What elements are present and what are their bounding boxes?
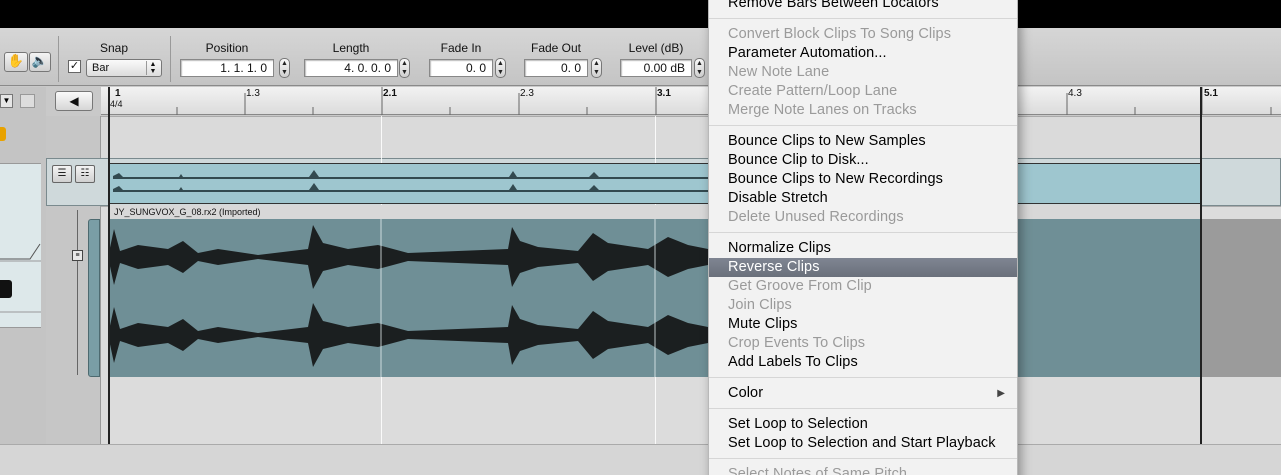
level-slider-knob[interactable]: ≡ (72, 250, 83, 261)
clip-overview-waveform (113, 170, 709, 192)
track-header-selected[interactable] (0, 163, 41, 328)
menu-item-join-clips: Join Clips (728, 297, 792, 313)
length-label: Length (332, 41, 370, 55)
ruler-ticks (108, 87, 1272, 115)
toolbar-divider (170, 36, 171, 82)
speaker-tool-icon[interactable]: 🔈 (29, 52, 51, 72)
clip-handle-left[interactable] (88, 219, 100, 377)
fade-in-stepper[interactable]: ▲ ▼ (495, 58, 506, 78)
level-stepper[interactable]: ▲ ▼ (694, 58, 705, 78)
snap-label: Snap (100, 41, 129, 55)
menu-separator (709, 232, 1017, 233)
menu-separator (709, 377, 1017, 378)
dropdown-arrow-icon[interactable]: ▼ (0, 94, 13, 108)
menu-item-bounce-new-recordings[interactable]: Bounce Clips to New Recordings (709, 170, 1017, 189)
menu-item-delete-unused-recordings: Delete Unused Recordings (728, 209, 904, 225)
track-indicator-orange (0, 127, 6, 141)
level-slider-track (77, 210, 78, 375)
menu-separator (709, 458, 1017, 459)
fade-out-field[interactable]: 0. 0 (524, 59, 588, 77)
submenu-arrow-icon: ▶ (997, 388, 1005, 399)
length-field[interactable]: 4. 0. 0. 0 (304, 59, 398, 77)
fade-out-stepper[interactable]: ▲ ▼ (591, 58, 602, 78)
position-field[interactable]: 1. 1. 1. 0 (180, 59, 274, 77)
menu-item-get-groove: Get Groove From Clip (728, 278, 872, 294)
menu-separator (709, 125, 1017, 126)
menu-item-bounce-new-samples[interactable]: Bounce Clips to New Samples (709, 132, 1017, 151)
menu-item-convert-block-clips: Convert Block Clips To Song Clips (728, 26, 952, 42)
menu-item-new-note-lane: New Note Lane (728, 64, 830, 80)
menu-item-select-notes-same-pitch: Select Notes of Same Pitch (728, 466, 908, 475)
fade-in-label: Fade In (440, 41, 482, 55)
position-stepper[interactable]: ▲ ▼ (279, 58, 290, 78)
toolbar-divider (58, 36, 59, 82)
triangle-left-icon[interactable]: ◀ (55, 91, 93, 111)
menu-item-create-pattern-lane: Create Pattern/Loop Lane (728, 83, 898, 99)
context-menu: Remove Bars Between Locators Convert Blo… (708, 0, 1018, 475)
clip-name-label: JY_SUNGVOX_G_08.rx2 (Imported) (108, 205, 1202, 219)
track-list-panel: ▼ (0, 87, 46, 447)
position-label: Position (205, 41, 249, 55)
menu-item-remove-bars[interactable]: Remove Bars Between Locators (709, 0, 1017, 13)
lane-list-icon[interactable]: ☷ (75, 165, 95, 183)
lane-view-icon[interactable]: ☰ (52, 165, 72, 183)
menu-item-merge-note-lanes: Merge Note Lanes on Tracks (728, 102, 917, 118)
bottom-scroll-area[interactable] (0, 444, 1281, 475)
snap-checkbox[interactable]: ✓ (68, 60, 81, 73)
track-mute-indicator[interactable] (0, 280, 12, 298)
right-locator[interactable] (1200, 87, 1202, 444)
left-locator[interactable] (108, 87, 110, 444)
title-bar (0, 0, 1281, 28)
menu-item-mute-clips[interactable]: Mute Clips (709, 315, 1017, 334)
menu-separator (709, 408, 1017, 409)
hand-tool-icon[interactable]: ✋ (4, 52, 28, 72)
lane-header (46, 116, 101, 158)
snap-value: Bar (92, 62, 110, 74)
audio-clip[interactable] (108, 219, 1202, 377)
fade-out-label: Fade Out (530, 41, 582, 55)
sequencer-toolbar: ✋ 🔈 Snap ✓ Bar ▲ ▼ Position 1. 1. 1. 0 ▲ ▼… (0, 28, 1281, 86)
menu-item-normalize-clips[interactable]: Normalize Clips (709, 239, 1017, 258)
menu-separator (709, 18, 1017, 19)
clip-overview[interactable] (108, 163, 1202, 204)
fade-in-field[interactable]: 0. 0 (429, 59, 493, 77)
stepper-arrows-icon: ▲ ▼ (146, 61, 159, 75)
length-stepper[interactable]: ▲ ▼ (399, 58, 410, 78)
menu-item-parameter-automation[interactable]: Parameter Automation... (709, 44, 1017, 63)
track-option-button[interactable] (20, 94, 35, 108)
clip-extension-area (1202, 219, 1281, 377)
menu-item-disable-stretch[interactable]: Disable Stretch (709, 189, 1017, 208)
menu-item-color[interactable]: Color ▶ (709, 384, 1017, 403)
automation-curve-icon (0, 243, 41, 313)
menu-item-set-loop[interactable]: Set Loop to Selection (709, 415, 1017, 434)
menu-item-bounce-to-disk[interactable]: Bounce Clip to Disk... (709, 151, 1017, 170)
reason-sequencer-window: ✋ 🔈 Snap ✓ Bar ▲ ▼ Position 1. 1. 1. 0 ▲ ▼… (0, 0, 1281, 475)
level-label: Level (dB) (628, 41, 684, 55)
level-field[interactable]: 0.00 dB (620, 59, 692, 77)
menu-item-set-loop-and-play[interactable]: Set Loop to Selection and Start Playback (709, 434, 1017, 453)
menu-item-crop-events: Crop Events To Clips (728, 335, 866, 351)
snap-select[interactable]: Bar ▲ ▼ (86, 59, 162, 77)
timeline-ruler[interactable]: 1 4/4 1.3 2.1 2.3 3.1 4.3 5.1 (101, 87, 1281, 115)
audio-waveform (108, 219, 708, 377)
empty-lane[interactable] (101, 116, 1281, 158)
menu-item-add-labels[interactable]: Add Labels To Clips (709, 353, 1017, 372)
menu-item-color-label: Color (728, 385, 764, 401)
menu-item-reverse-clips[interactable]: Reverse Clips (709, 258, 1017, 277)
